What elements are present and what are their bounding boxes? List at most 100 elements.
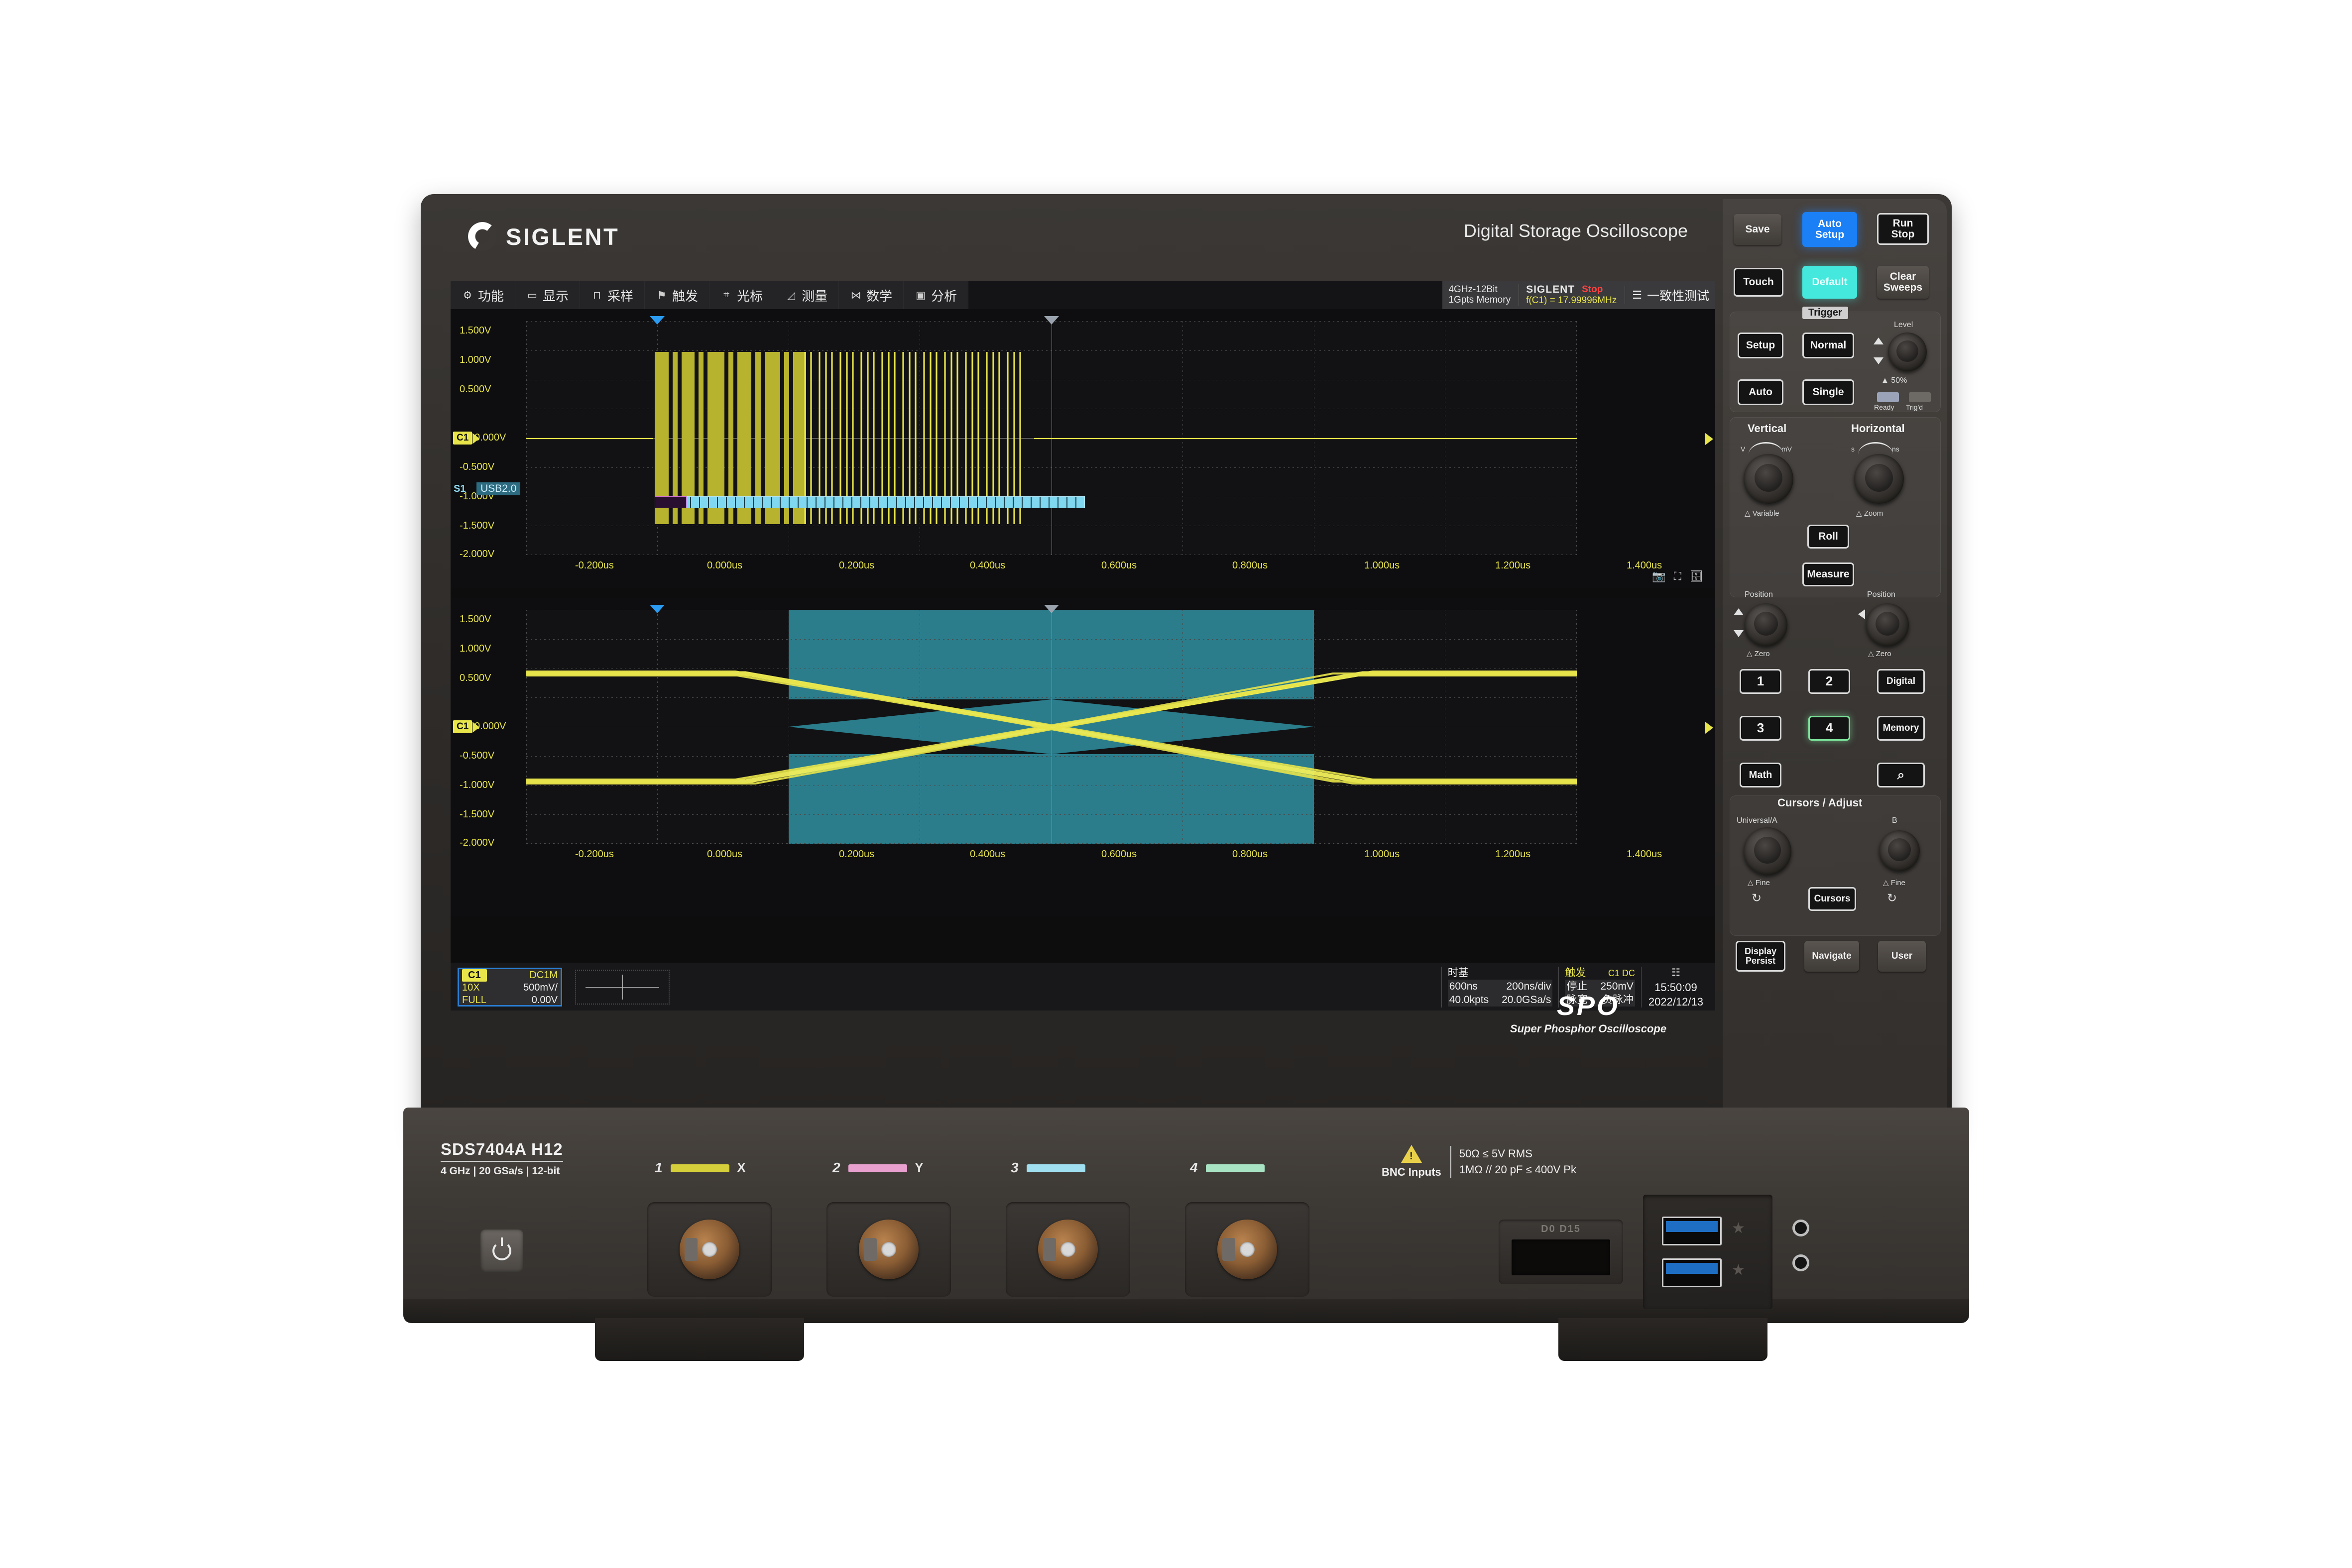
bnc-connector-2[interactable]	[859, 1220, 919, 1279]
usb-panel: ★ ★	[1643, 1195, 1772, 1309]
bnc-plate-1[interactable]	[647, 1202, 772, 1297]
universal-a-label: Universal/A	[1737, 816, 1777, 825]
trigger-up-arrow-icon	[1874, 337, 1883, 344]
bnc-plate-4[interactable]	[1185, 1202, 1309, 1297]
channel-4-button[interactable]: 4	[1808, 716, 1850, 741]
channel-probe: 10X	[462, 982, 480, 993]
vertical-down-arrow-icon	[1734, 630, 1744, 637]
list-icon: ☰	[1632, 289, 1642, 301]
usb-port-1[interactable]	[1662, 1217, 1722, 1245]
universal-a-knob[interactable]	[1744, 827, 1791, 875]
delay-position-marker-lower[interactable]	[1044, 605, 1059, 613]
horizontal-range-right: ns	[1892, 445, 1899, 453]
channel-2-button[interactable]: 2	[1808, 669, 1850, 694]
fine-label-a: △ Fine	[1748, 879, 1770, 887]
channel-offset-marker-right[interactable]	[1705, 433, 1713, 445]
x-tick: 0.400us	[970, 849, 1006, 860]
export-icon[interactable]: 🗄	[1689, 570, 1703, 583]
power-button[interactable]	[480, 1230, 523, 1272]
waveform-plot-upper[interactable]: 1.500V 1.000V 0.500V 0.000V -0.500V -1.0…	[451, 309, 1715, 588]
menu-label: 测量	[802, 288, 828, 304]
horizontal-scale-knob[interactable]	[1854, 454, 1904, 504]
save-button[interactable]: Save	[1734, 214, 1781, 245]
trigger-position-marker[interactable]	[650, 316, 665, 325]
navigate-button[interactable]: Navigate	[1804, 941, 1859, 972]
aux-jack-2[interactable]	[1792, 1254, 1809, 1271]
menu-item-trigger[interactable]: ⚑ 触发	[645, 281, 710, 309]
channel-1-button[interactable]: 1	[1740, 669, 1781, 694]
default-button[interactable]: Default	[1802, 266, 1857, 299]
digital-connector-plate[interactable]: D0 D15	[1499, 1220, 1623, 1284]
menu-item-analysis[interactable]: ▣ 分析	[904, 281, 969, 309]
camera-icon[interactable]: 📷	[1652, 570, 1665, 583]
user-button[interactable]: User	[1878, 941, 1926, 972]
waveform-plot-lower[interactable]: 1.500V 1.000V 0.500V 0.000V -0.500V -1.0…	[451, 598, 1715, 916]
y-tick: -0.500V	[460, 461, 495, 472]
channel-marker-c1-lower[interactable]: C1	[453, 720, 472, 733]
touch-button[interactable]: Touch	[1734, 268, 1783, 297]
bnc-connector-3[interactable]	[1038, 1220, 1098, 1279]
menu-item-display[interactable]: ▭ 显示	[515, 281, 581, 309]
trigger-level-knob[interactable]	[1888, 333, 1927, 371]
y-tick: -1.000V	[460, 780, 495, 790]
display-persist-button[interactable]: Display Persist	[1736, 941, 1785, 972]
math-icon: ⋈	[850, 289, 861, 301]
menu-item-acquire[interactable]: ⊓ 采样	[580, 281, 645, 309]
x-tick: -0.200us	[575, 849, 614, 860]
knob-b[interactable]	[1879, 830, 1920, 871]
clear-sweeps-button[interactable]: Clear Sweeps	[1877, 266, 1929, 299]
menu-item-cursor[interactable]: ⌗ 光标	[709, 281, 775, 309]
trigger-single-button[interactable]: Single	[1802, 379, 1854, 405]
trigger-level-label: Level	[1894, 321, 1913, 329]
trigger-auto-button[interactable]: Auto	[1738, 379, 1783, 405]
channel-indicator-3: 3	[1011, 1160, 1085, 1176]
measure-button[interactable]: Measure	[1802, 562, 1854, 586]
push-icon: △	[1745, 509, 1751, 518]
y-tick: 1.500V	[460, 614, 491, 625]
bnc-connector-1[interactable]	[680, 1220, 739, 1279]
bus-marker-s1[interactable]: S1	[454, 483, 466, 495]
roll-button[interactable]: Roll	[1807, 525, 1849, 549]
x-tick: 0.600us	[1101, 560, 1137, 571]
cursors-button[interactable]: Cursors	[1808, 887, 1856, 911]
horizontal-position-knob[interactable]	[1866, 603, 1909, 646]
spo-subtitle: Super Phosphor Oscilloscope	[1510, 1022, 1667, 1035]
memory-button[interactable]: Memory	[1877, 716, 1925, 741]
cursor-icon: ⌗	[723, 289, 729, 301]
usb-port-2[interactable]	[1662, 1258, 1722, 1287]
plot-grid-lower	[526, 610, 1577, 844]
menu-item-function[interactable]: ⚙ 功能	[451, 281, 516, 309]
x-tick: 1.200us	[1495, 849, 1531, 860]
run-stop-button[interactable]: Run Stop	[1877, 213, 1929, 245]
trigger-setup-button[interactable]: Setup	[1738, 333, 1783, 358]
menu-label: 功能	[478, 288, 504, 304]
menu-item-measure[interactable]: ◿ 测量	[774, 281, 839, 309]
digital-button[interactable]: Digital	[1877, 669, 1925, 694]
trigger-position-marker-lower[interactable]	[650, 605, 665, 613]
math-button[interactable]: Math	[1740, 763, 1781, 787]
channel-color-bar	[1026, 1164, 1085, 1172]
compliance-test-button[interactable]: ☰ 一致性测试	[1625, 286, 1709, 304]
menu-item-math[interactable]: ⋈ 数学	[839, 281, 904, 309]
search-icon[interactable]: ⌕	[1877, 763, 1925, 787]
channel-chip: C1	[462, 969, 487, 982]
bnc-plate-2[interactable]	[826, 1202, 951, 1297]
auto-setup-button[interactable]: Auto Setup	[1802, 212, 1857, 247]
channel-3-button[interactable]: 3	[1740, 716, 1781, 741]
channel-info-c1[interactable]: C1 DC1M 10X 500mV/ FULL 0.00V	[458, 968, 562, 1007]
fullscreen-icon[interactable]: ⛶	[1674, 570, 1681, 583]
aux-jack-1[interactable]	[1792, 1220, 1809, 1236]
timebase-delay: 600ns	[1449, 981, 1478, 992]
digital-connector-slot[interactable]	[1512, 1239, 1610, 1275]
vertical-position-knob[interactable]	[1745, 603, 1787, 646]
vertical-scale-knob[interactable]	[1744, 454, 1793, 504]
channel-offset-marker-right-lower[interactable]	[1705, 722, 1713, 734]
bnc-plate-3[interactable]	[1006, 1202, 1130, 1297]
trigger-normal-button[interactable]: Normal	[1802, 333, 1854, 358]
channel-marker-c1[interactable]: C1	[453, 432, 472, 445]
trigger-source: C1 DC	[1608, 968, 1635, 978]
delay-position-marker[interactable]	[1044, 316, 1059, 325]
bnc-connector-4[interactable]	[1217, 1220, 1277, 1279]
push-icon: △	[1868, 650, 1874, 658]
oscilloscope-screen[interactable]: ⚙ 功能 ▭ 显示 ⊓ 采样 ⚑ 触发 ⌗ 光标 ◿ 测量 ⋈ 数学 ▣ 分析 …	[451, 281, 1715, 1010]
